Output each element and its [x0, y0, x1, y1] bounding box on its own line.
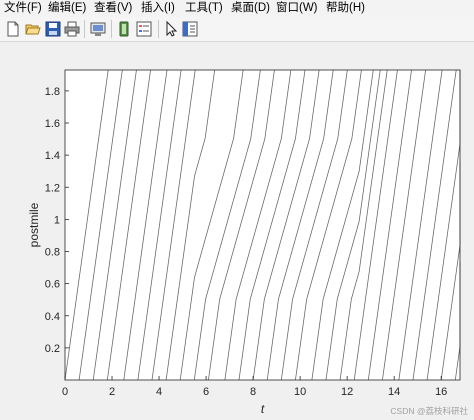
y-tick-label: 1 — [54, 214, 60, 226]
menu-bar: 文件(F) 编辑(E) 查看(V) 插入(I) 工具(T) 桌面(D) 窗口(W… — [0, 0, 474, 17]
menu-view[interactable]: 查看(V) — [94, 1, 132, 16]
toolbar-separator — [84, 20, 85, 38]
x-tick-label: 14 — [388, 386, 400, 398]
menu-edit[interactable]: 编辑(E) — [48, 1, 86, 16]
insert-legend-icon[interactable] — [135, 20, 153, 38]
menu-tools[interactable]: 工具(T) — [185, 1, 223, 16]
x-tick-label: 16 — [435, 386, 447, 398]
plot-background — [65, 70, 460, 380]
x-tick-label: 2 — [109, 386, 115, 398]
toolbar-separator — [111, 20, 112, 38]
figure-toolbar — [0, 17, 474, 42]
y-tick-label: 0.6 — [45, 279, 60, 291]
pointer-icon[interactable] — [162, 20, 180, 38]
save-icon[interactable] — [44, 20, 62, 38]
new-file-icon[interactable] — [4, 20, 22, 38]
x-tick-label: 6 — [203, 386, 209, 398]
toolbar-separator — [158, 20, 159, 38]
link-plot-icon[interactable] — [115, 20, 133, 38]
menu-help[interactable]: 帮助(H) — [326, 1, 365, 16]
y-tick-label: 0.8 — [45, 247, 60, 259]
trajectory-plot[interactable]: 0 2 4 6 8 10 12 14 16 0.20.40.60.811.21.41.61.8 … — [0, 42, 474, 420]
menu-window[interactable]: 窗口(W) — [276, 1, 318, 16]
y-tick-label: 1.2 — [45, 182, 60, 194]
x-tick-label: 0 — [62, 386, 68, 398]
menu-file[interactable]: 文件(F) — [4, 1, 42, 16]
x-tick-label: 8 — [250, 386, 256, 398]
x-tick-label: 4 — [156, 386, 162, 398]
x-tick-label: 12 — [341, 386, 353, 398]
y-tick-label: 1.8 — [45, 86, 60, 98]
y-axis-label: postmile — [27, 202, 41, 247]
print-icon[interactable] — [63, 20, 81, 38]
y-tick-label: 0.2 — [45, 343, 60, 355]
property-editor-icon[interactable] — [181, 20, 199, 38]
x-axis-label: t — [261, 402, 265, 416]
x-tick-label: 10 — [294, 386, 306, 398]
figure-canvas: 0 2 4 6 8 10 12 14 16 0.2 0.4 0.6 0.8 1 1.2 1.4 1.6 1.8 … — [0, 42, 474, 420]
print-preview-icon[interactable] — [89, 20, 107, 38]
open-folder-icon[interactable] — [24, 20, 42, 38]
menu-desktop[interactable]: 桌面(D) — [231, 1, 270, 16]
y-tick-label: 1.4 — [45, 150, 60, 162]
menu-insert[interactable]: 插入(I) — [141, 1, 175, 16]
y-tick-label: 1.6 — [45, 118, 60, 130]
watermark: CSDN @荔枝科研社 — [390, 406, 468, 416]
y-tick-label: 0.4 — [45, 311, 60, 323]
